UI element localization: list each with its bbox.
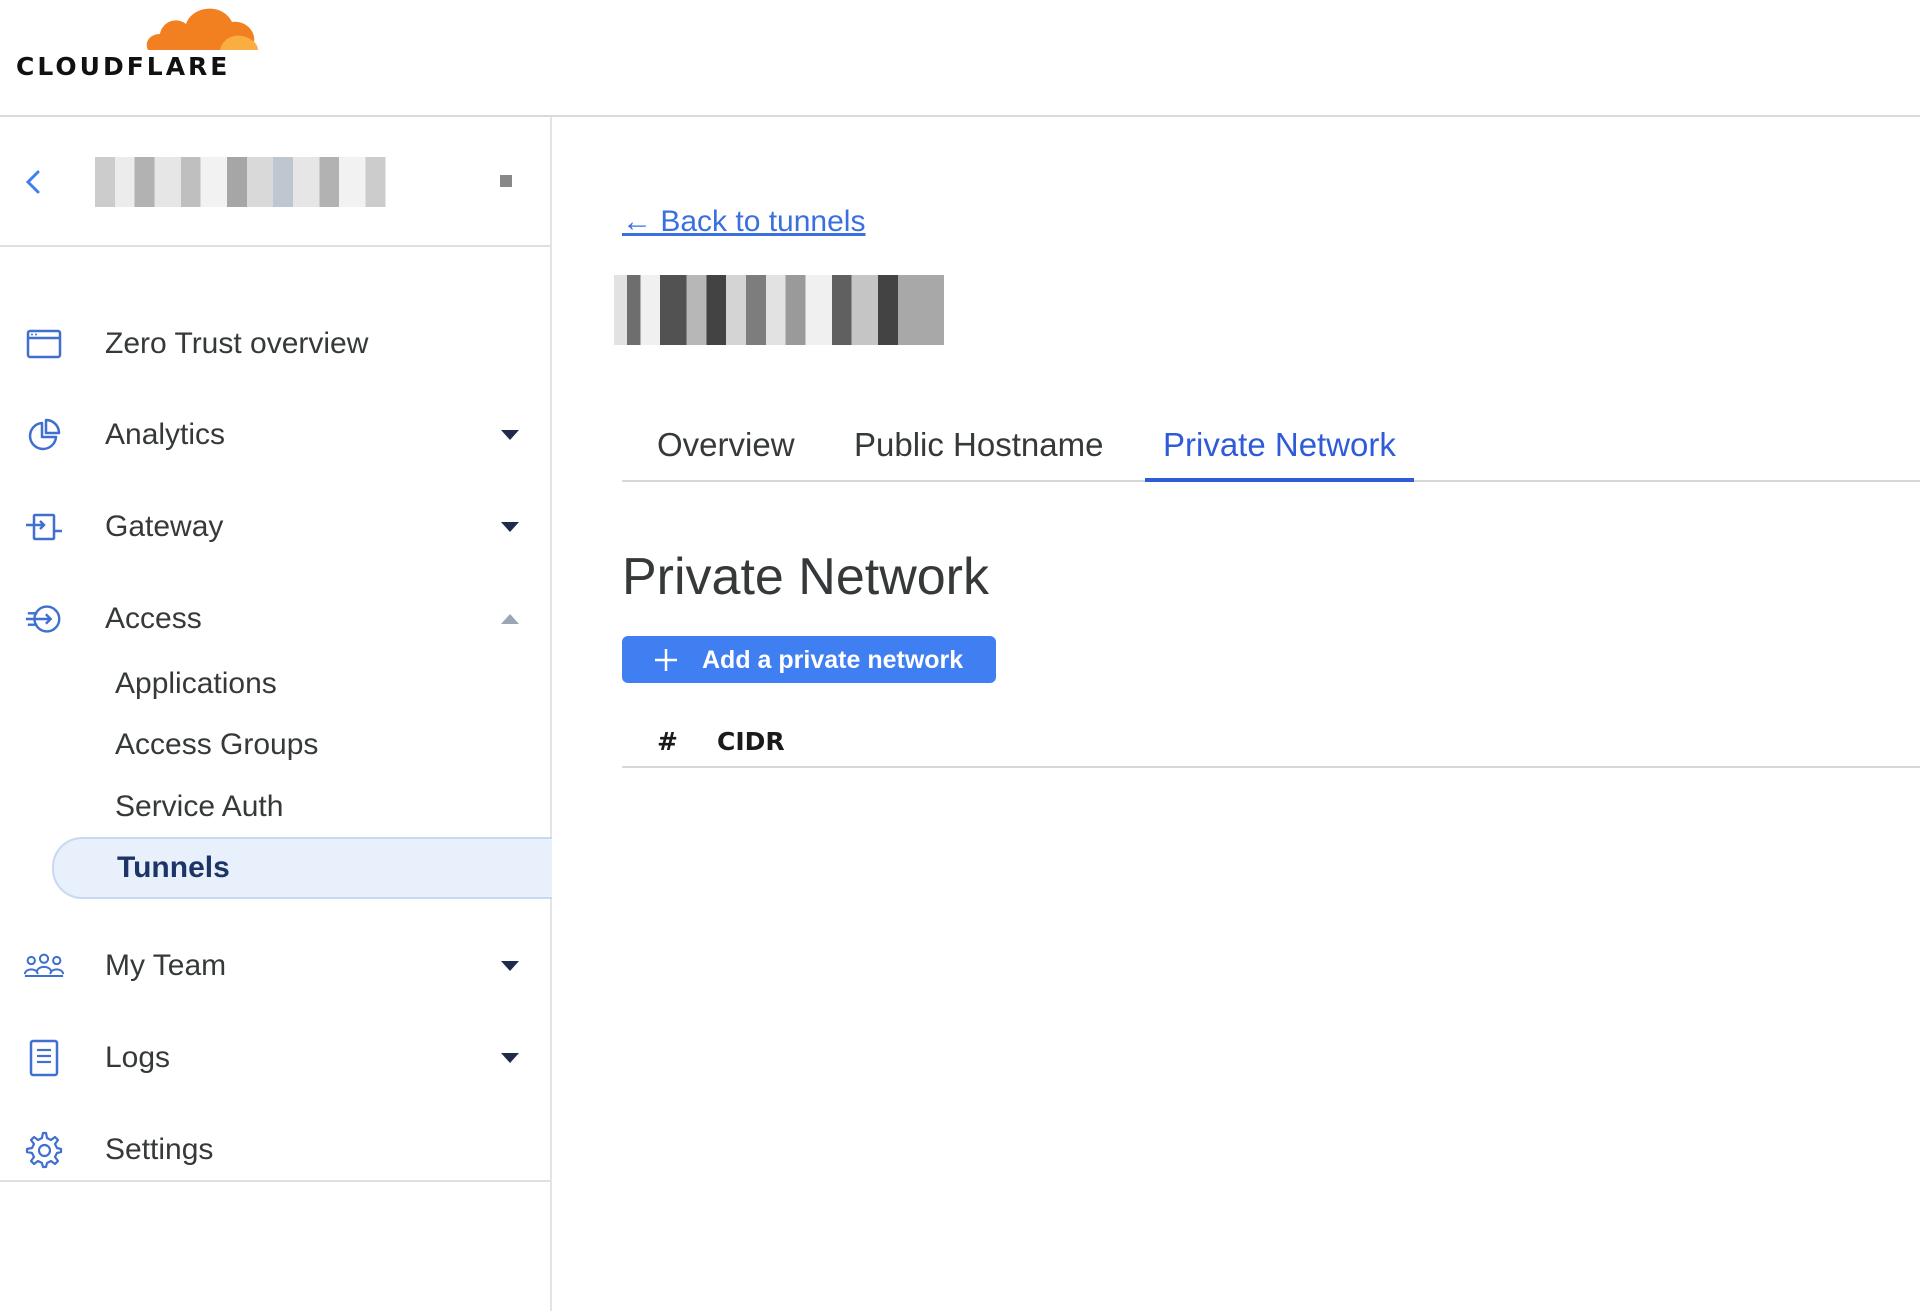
back-to-tunnels-link[interactable]: ← Back to tunnels — [622, 205, 865, 239]
caret-down-icon[interactable] — [500, 960, 520, 972]
caret-up-icon[interactable] — [500, 613, 520, 625]
tab-overview[interactable]: Overview — [657, 407, 795, 482]
sidebar-item-logs[interactable]: Logs — [0, 1028, 550, 1088]
sidebar-subitem-label: Applications — [115, 667, 277, 700]
sidebar-item-label: Zero Trust overview — [105, 327, 369, 360]
brand-name: CLOUDFLARE — [16, 52, 231, 81]
sidebar-item-label: Settings — [105, 1133, 214, 1166]
tab-public-hostname[interactable]: Public Hostname — [854, 407, 1103, 482]
gear-icon — [24, 1130, 64, 1170]
chevron-left-icon[interactable] — [20, 167, 50, 197]
caret-down-icon[interactable] — [500, 429, 520, 441]
sidebar-subitem-tunnels[interactable]: Tunnels — [52, 837, 552, 899]
cloudflare-logo[interactable]: CLOUDFLARE — [16, 0, 258, 90]
plus-icon — [655, 649, 677, 671]
account-switcher[interactable]: ██████████ █ — [0, 117, 550, 247]
sidebar-item-my-team[interactable]: My Team — [0, 936, 550, 996]
sidebar-subitem-label: Access Groups — [115, 728, 319, 761]
sidebar-subitem-label: Tunnels — [117, 851, 230, 884]
divider — [0, 1180, 550, 1182]
cloud-icon — [146, 8, 258, 51]
add-private-network-button[interactable]: Add a private network — [622, 636, 996, 683]
sidebar-item-label: Gateway — [105, 510, 224, 543]
tab-private-network[interactable]: Private Network — [1145, 407, 1414, 482]
sidebar-item-label: Analytics — [105, 418, 226, 451]
logs-icon — [24, 1038, 64, 1078]
sidebar-subitem-service-auth[interactable]: Service Auth — [52, 778, 552, 836]
sidebar: ██████████ █ Zero Trust overview — [0, 117, 552, 1311]
sidebar-item-analytics[interactable]: Analytics — [0, 405, 550, 465]
sidebar-subitem-applications[interactable]: Applications — [52, 655, 552, 713]
sidebar-subitem-label: Service Auth — [115, 790, 284, 823]
sidebar-item-label: Logs — [105, 1041, 171, 1074]
table-header: # CIDR — [622, 712, 1920, 768]
main-content: ← Back to tunnels ████████ Overview Publ… — [552, 117, 1920, 1311]
access-icon — [24, 599, 64, 639]
sidebar-item-label: Access — [105, 602, 202, 635]
column-header-index: # — [657, 727, 678, 756]
tunnel-name: ████████ — [614, 277, 897, 335]
tab-bar: Overview Public Hostname Private Network — [622, 407, 1920, 482]
sidebar-item-gateway[interactable]: Gateway — [0, 497, 550, 557]
gateway-icon — [24, 507, 64, 547]
sidebar-item-zero-trust-overview[interactable]: Zero Trust overview — [0, 314, 550, 374]
page-title: Private Network — [622, 548, 989, 606]
sidebar-item-settings[interactable]: Settings — [0, 1120, 550, 1180]
browser-window-icon — [24, 324, 64, 364]
caret-down-icon[interactable] — [500, 521, 520, 533]
column-header-cidr: CIDR — [717, 727, 785, 756]
sidebar-item-access[interactable]: Access — [0, 589, 550, 649]
team-icon — [24, 946, 64, 986]
caret-down-icon[interactable] — [500, 1052, 520, 1064]
sidebar-item-label: My Team — [105, 949, 227, 982]
top-bar: CLOUDFLARE — [0, 0, 1920, 117]
pie-chart-icon — [24, 415, 64, 455]
add-button-label: Add a private network — [702, 646, 964, 674]
sidebar-subitem-access-groups[interactable]: Access Groups — [52, 716, 552, 774]
